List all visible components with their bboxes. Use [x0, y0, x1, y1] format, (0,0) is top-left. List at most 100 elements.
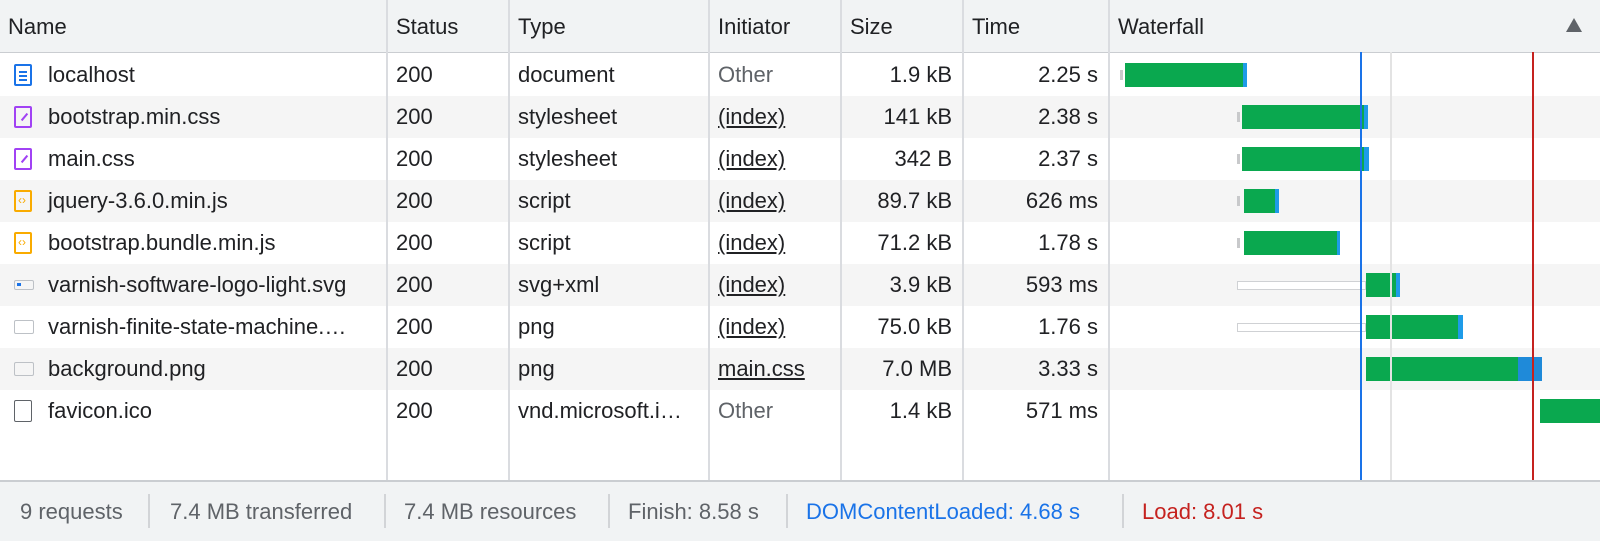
initiator-link[interactable]: (index) — [718, 104, 785, 129]
sort-ascending-icon[interactable] — [1566, 18, 1582, 32]
column-divider[interactable] — [962, 0, 964, 480]
size-cell: 1.9 kB — [889, 62, 952, 87]
time-cell: 1.78 s — [1038, 230, 1098, 255]
waterfall-download-bar[interactable] — [1244, 189, 1275, 213]
column-header-status[interactable]: Status — [388, 0, 508, 52]
waterfall-response-end-bar — [1364, 147, 1369, 171]
initiator-cell: main.css — [710, 348, 840, 390]
status-cell: 200 — [396, 104, 433, 129]
size-cell: 71.2 kB — [877, 230, 952, 255]
divider — [148, 494, 150, 528]
initiator-link[interactable]: (index) — [718, 272, 785, 297]
size-cell: 75.0 kB — [877, 314, 952, 339]
request-name: background.png — [48, 356, 206, 381]
initiator-link[interactable]: main.css — [718, 356, 805, 381]
column-header-waterfall[interactable]: Waterfall — [1110, 0, 1600, 52]
initiator-cell: Other — [718, 62, 774, 87]
column-header-time[interactable]: Time — [964, 0, 1108, 52]
waterfall-download-bar[interactable] — [1242, 147, 1364, 171]
type-cell: stylesheet — [518, 146, 618, 171]
type-cell: script — [518, 188, 571, 213]
divider — [608, 494, 610, 528]
column-divider[interactable] — [840, 0, 842, 480]
waterfall-queue-marker — [1237, 112, 1240, 122]
column-divider[interactable] — [386, 0, 388, 480]
initiator-link[interactable]: (index) — [718, 188, 785, 213]
waterfall-download-bar[interactable] — [1366, 315, 1458, 339]
waterfall-response-end-bar — [1364, 105, 1368, 129]
column-header-type[interactable]: Type — [510, 0, 708, 52]
initiator-cell: (index) — [710, 306, 840, 348]
waterfall-response-end-bar — [1518, 357, 1542, 381]
load-event-line — [1532, 52, 1534, 480]
column-divider[interactable] — [508, 0, 510, 480]
status-cell: 200 — [396, 314, 433, 339]
resources-size: 7.4 MB resources — [404, 499, 577, 524]
script-icon — [14, 232, 32, 254]
name-cell[interactable]: varnish-finite-state-machine.… — [0, 306, 386, 348]
type-cell: stylesheet — [518, 104, 618, 129]
waterfall-queue-marker — [1237, 238, 1240, 248]
dom-content-loaded-line — [1360, 52, 1362, 480]
initiator-link[interactable]: (index) — [718, 230, 785, 255]
request-count: 9 requests — [20, 499, 123, 524]
time-cell: 571 ms — [1025, 398, 1098, 423]
initiator-cell: (index) — [710, 138, 840, 180]
size-cell: 89.7 kB — [877, 188, 952, 213]
time-cell: 2.25 s — [1038, 62, 1098, 87]
stylesheet-icon — [14, 106, 32, 128]
waterfall-download-bar[interactable] — [1242, 105, 1364, 129]
type-cell: document — [518, 62, 615, 87]
time-cell: 2.38 s — [1038, 104, 1098, 129]
status-cell: 200 — [396, 272, 433, 297]
initiator-cell: Other — [718, 398, 774, 423]
column-header-initiator[interactable]: Initiator — [710, 0, 840, 52]
column-header-size[interactable]: Size — [842, 0, 962, 52]
column-divider[interactable] — [1108, 0, 1110, 480]
initiator-link[interactable]: (index) — [718, 146, 785, 171]
name-cell[interactable]: bootstrap.min.css — [0, 96, 386, 138]
waterfall-download-bar[interactable] — [1366, 357, 1518, 381]
image-icon — [14, 362, 34, 376]
dom-content-loaded-time: DOMContentLoaded: 4.68 s — [806, 499, 1080, 524]
waterfall-download-bar[interactable] — [1244, 231, 1337, 255]
name-cell[interactable]: varnish-software-logo-light.svg — [0, 264, 386, 306]
image-icon — [14, 320, 34, 334]
svg-image-icon — [14, 280, 34, 290]
request-name: varnish-software-logo-light.svg — [48, 272, 347, 297]
size-cell: 7.0 MB — [882, 356, 952, 381]
waterfall-download-bar[interactable] — [1125, 63, 1243, 87]
column-divider[interactable] — [708, 0, 710, 480]
column-header-name[interactable]: Name — [0, 0, 386, 52]
initiator-link[interactable]: (index) — [718, 314, 785, 339]
name-cell[interactable]: localhost — [0, 54, 386, 96]
waterfall-grid-line — [1390, 52, 1392, 480]
initiator-cell: (index) — [710, 96, 840, 138]
divider — [786, 494, 788, 528]
type-cell: png — [518, 356, 555, 381]
name-cell[interactable]: background.png — [0, 348, 386, 390]
waterfall-download-bar[interactable] — [1540, 399, 1600, 423]
waterfall-queue-marker — [1120, 70, 1123, 80]
waterfall-response-end-bar — [1337, 231, 1340, 255]
status-cell: 200 — [396, 188, 433, 213]
request-name: bootstrap.bundle.min.js — [48, 230, 276, 255]
name-cell[interactable]: favicon.ico — [0, 390, 386, 432]
name-cell[interactable]: main.css — [0, 138, 386, 180]
initiator-cell: (index) — [710, 222, 840, 264]
initiator-cell: (index) — [710, 264, 840, 306]
document-icon — [14, 64, 32, 86]
size-cell: 3.9 kB — [889, 272, 952, 297]
load-time: Load: 8.01 s — [1142, 499, 1264, 524]
size-cell: 141 kB — [883, 104, 953, 129]
name-cell[interactable]: bootstrap.bundle.min.js — [0, 222, 386, 264]
stylesheet-icon — [14, 148, 32, 170]
request-name: varnish-finite-state-machine.… — [48, 314, 347, 339]
table-header: Name Status Type Initiator Size Time Wat… — [0, 0, 1600, 53]
size-cell: 342 B — [894, 146, 953, 171]
time-cell: 593 ms — [1025, 272, 1098, 297]
status-cell: 200 — [396, 146, 433, 171]
status-cell: 200 — [396, 62, 433, 87]
name-cell[interactable]: jquery-3.6.0.min.js — [0, 180, 386, 222]
column-header-waterfall-label: Waterfall — [1118, 14, 1204, 39]
